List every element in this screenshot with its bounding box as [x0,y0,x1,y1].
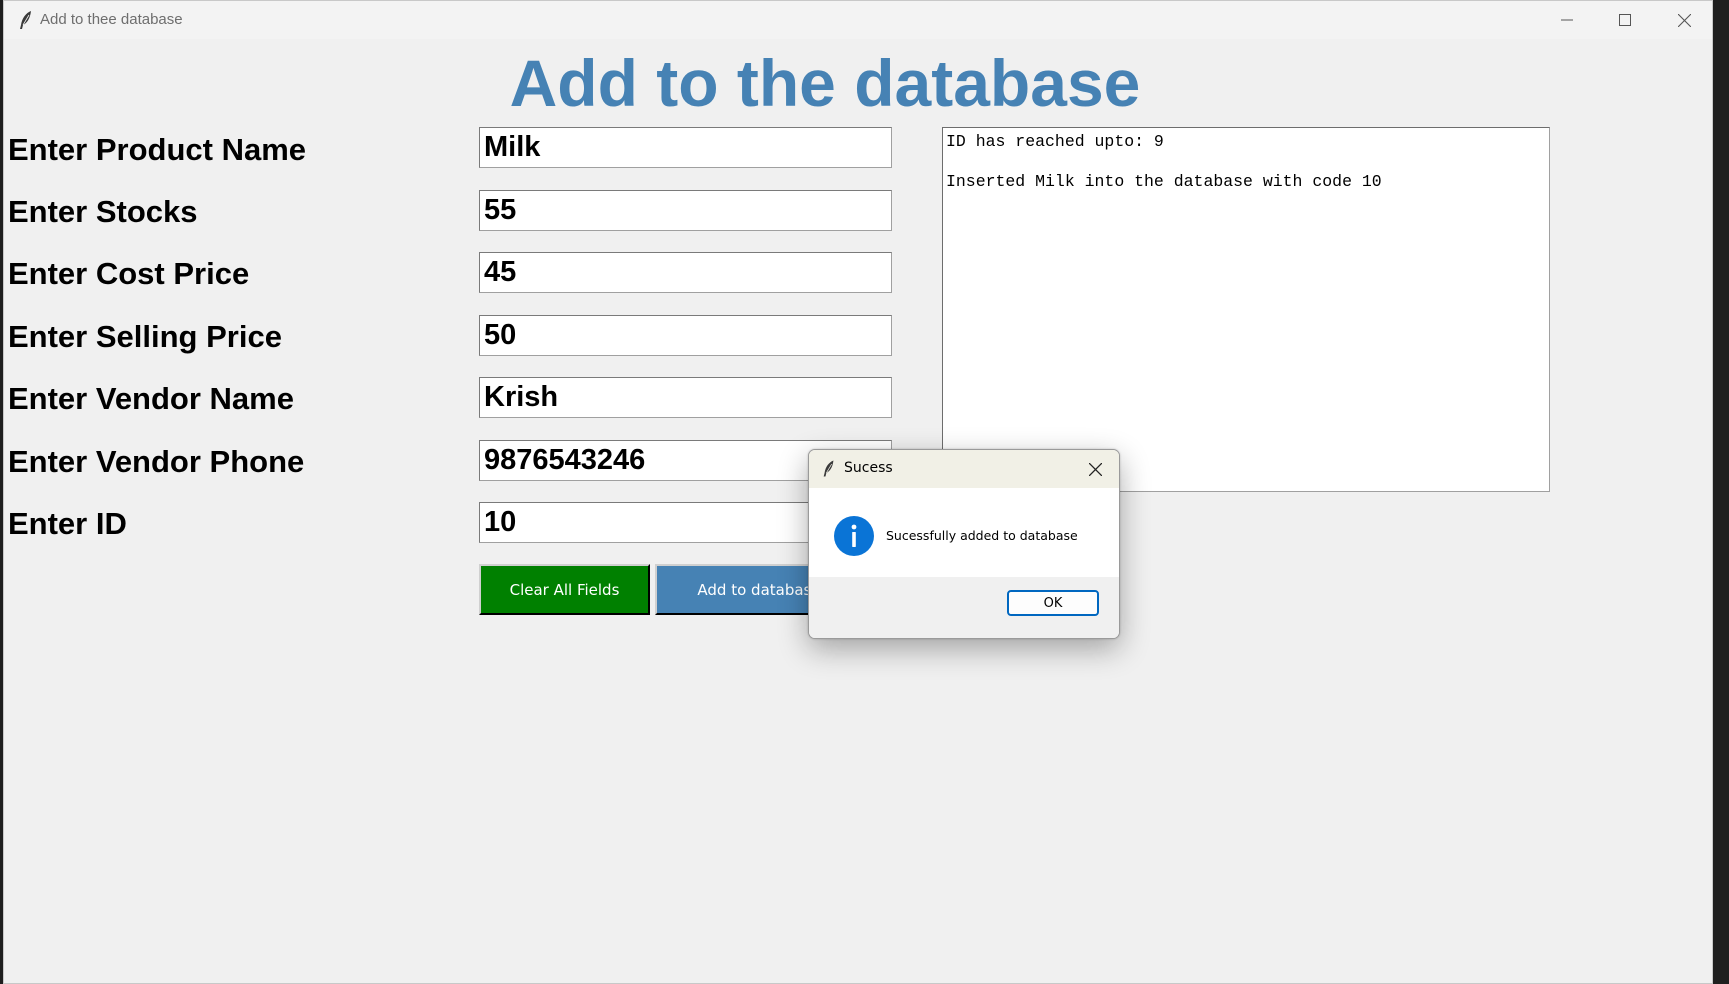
dialog-close-button[interactable] [1079,454,1111,484]
product-name-input[interactable] [479,127,892,168]
stocks-input[interactable] [479,190,892,231]
stocks-label: Enter Stocks [8,194,198,229]
minimize-icon [1561,19,1573,21]
selling-price-input[interactable] [479,315,892,356]
dialog-title-bar[interactable]: Sucess [809,450,1119,488]
log-line: Inserted Milk into the database with cod… [946,172,1382,191]
ok-button[interactable]: OK [1007,590,1099,616]
log-line: ID has reached upto: 9 [946,132,1164,151]
close-icon [1677,13,1691,27]
feather-icon [823,460,834,477]
cost-price-label: Enter Cost Price [8,256,250,291]
close-icon [1088,462,1102,476]
dialog-body: Sucessfully added to database [809,488,1119,577]
cost-price-input[interactable] [479,252,892,293]
background-window-edge [1713,0,1729,984]
product-name-label: Enter Product Name [8,132,307,167]
clear-all-fields-button[interactable]: Clear All Fields [479,564,650,615]
feather-icon [20,11,31,29]
success-dialog: Sucess Sucessfully added to database OK [808,449,1120,639]
output-log[interactable]: ID has reached upto: 9 Inserted Milk into… [942,127,1550,492]
selling-price-label: Enter Selling Price [8,319,282,354]
maximize-icon [1619,14,1631,26]
vendor-phone-label: Enter Vendor Phone [8,444,305,479]
dialog-title: Sucess [844,460,893,476]
close-button[interactable] [1655,1,1712,39]
title-bar[interactable]: Add to thee database [4,1,1712,39]
dialog-message: Sucessfully added to database [886,528,1078,543]
maximize-button[interactable] [1596,1,1654,39]
minimize-button[interactable] [1538,1,1596,39]
vendor-name-input[interactable] [479,377,892,418]
vendor-name-label: Enter Vendor Name [8,381,294,416]
info-icon [834,516,874,556]
dialog-footer: OK [809,577,1119,638]
id-label: Enter ID [8,506,127,541]
window-title: Add to thee database [40,11,183,28]
page-title: Add to the database [509,46,1141,120]
